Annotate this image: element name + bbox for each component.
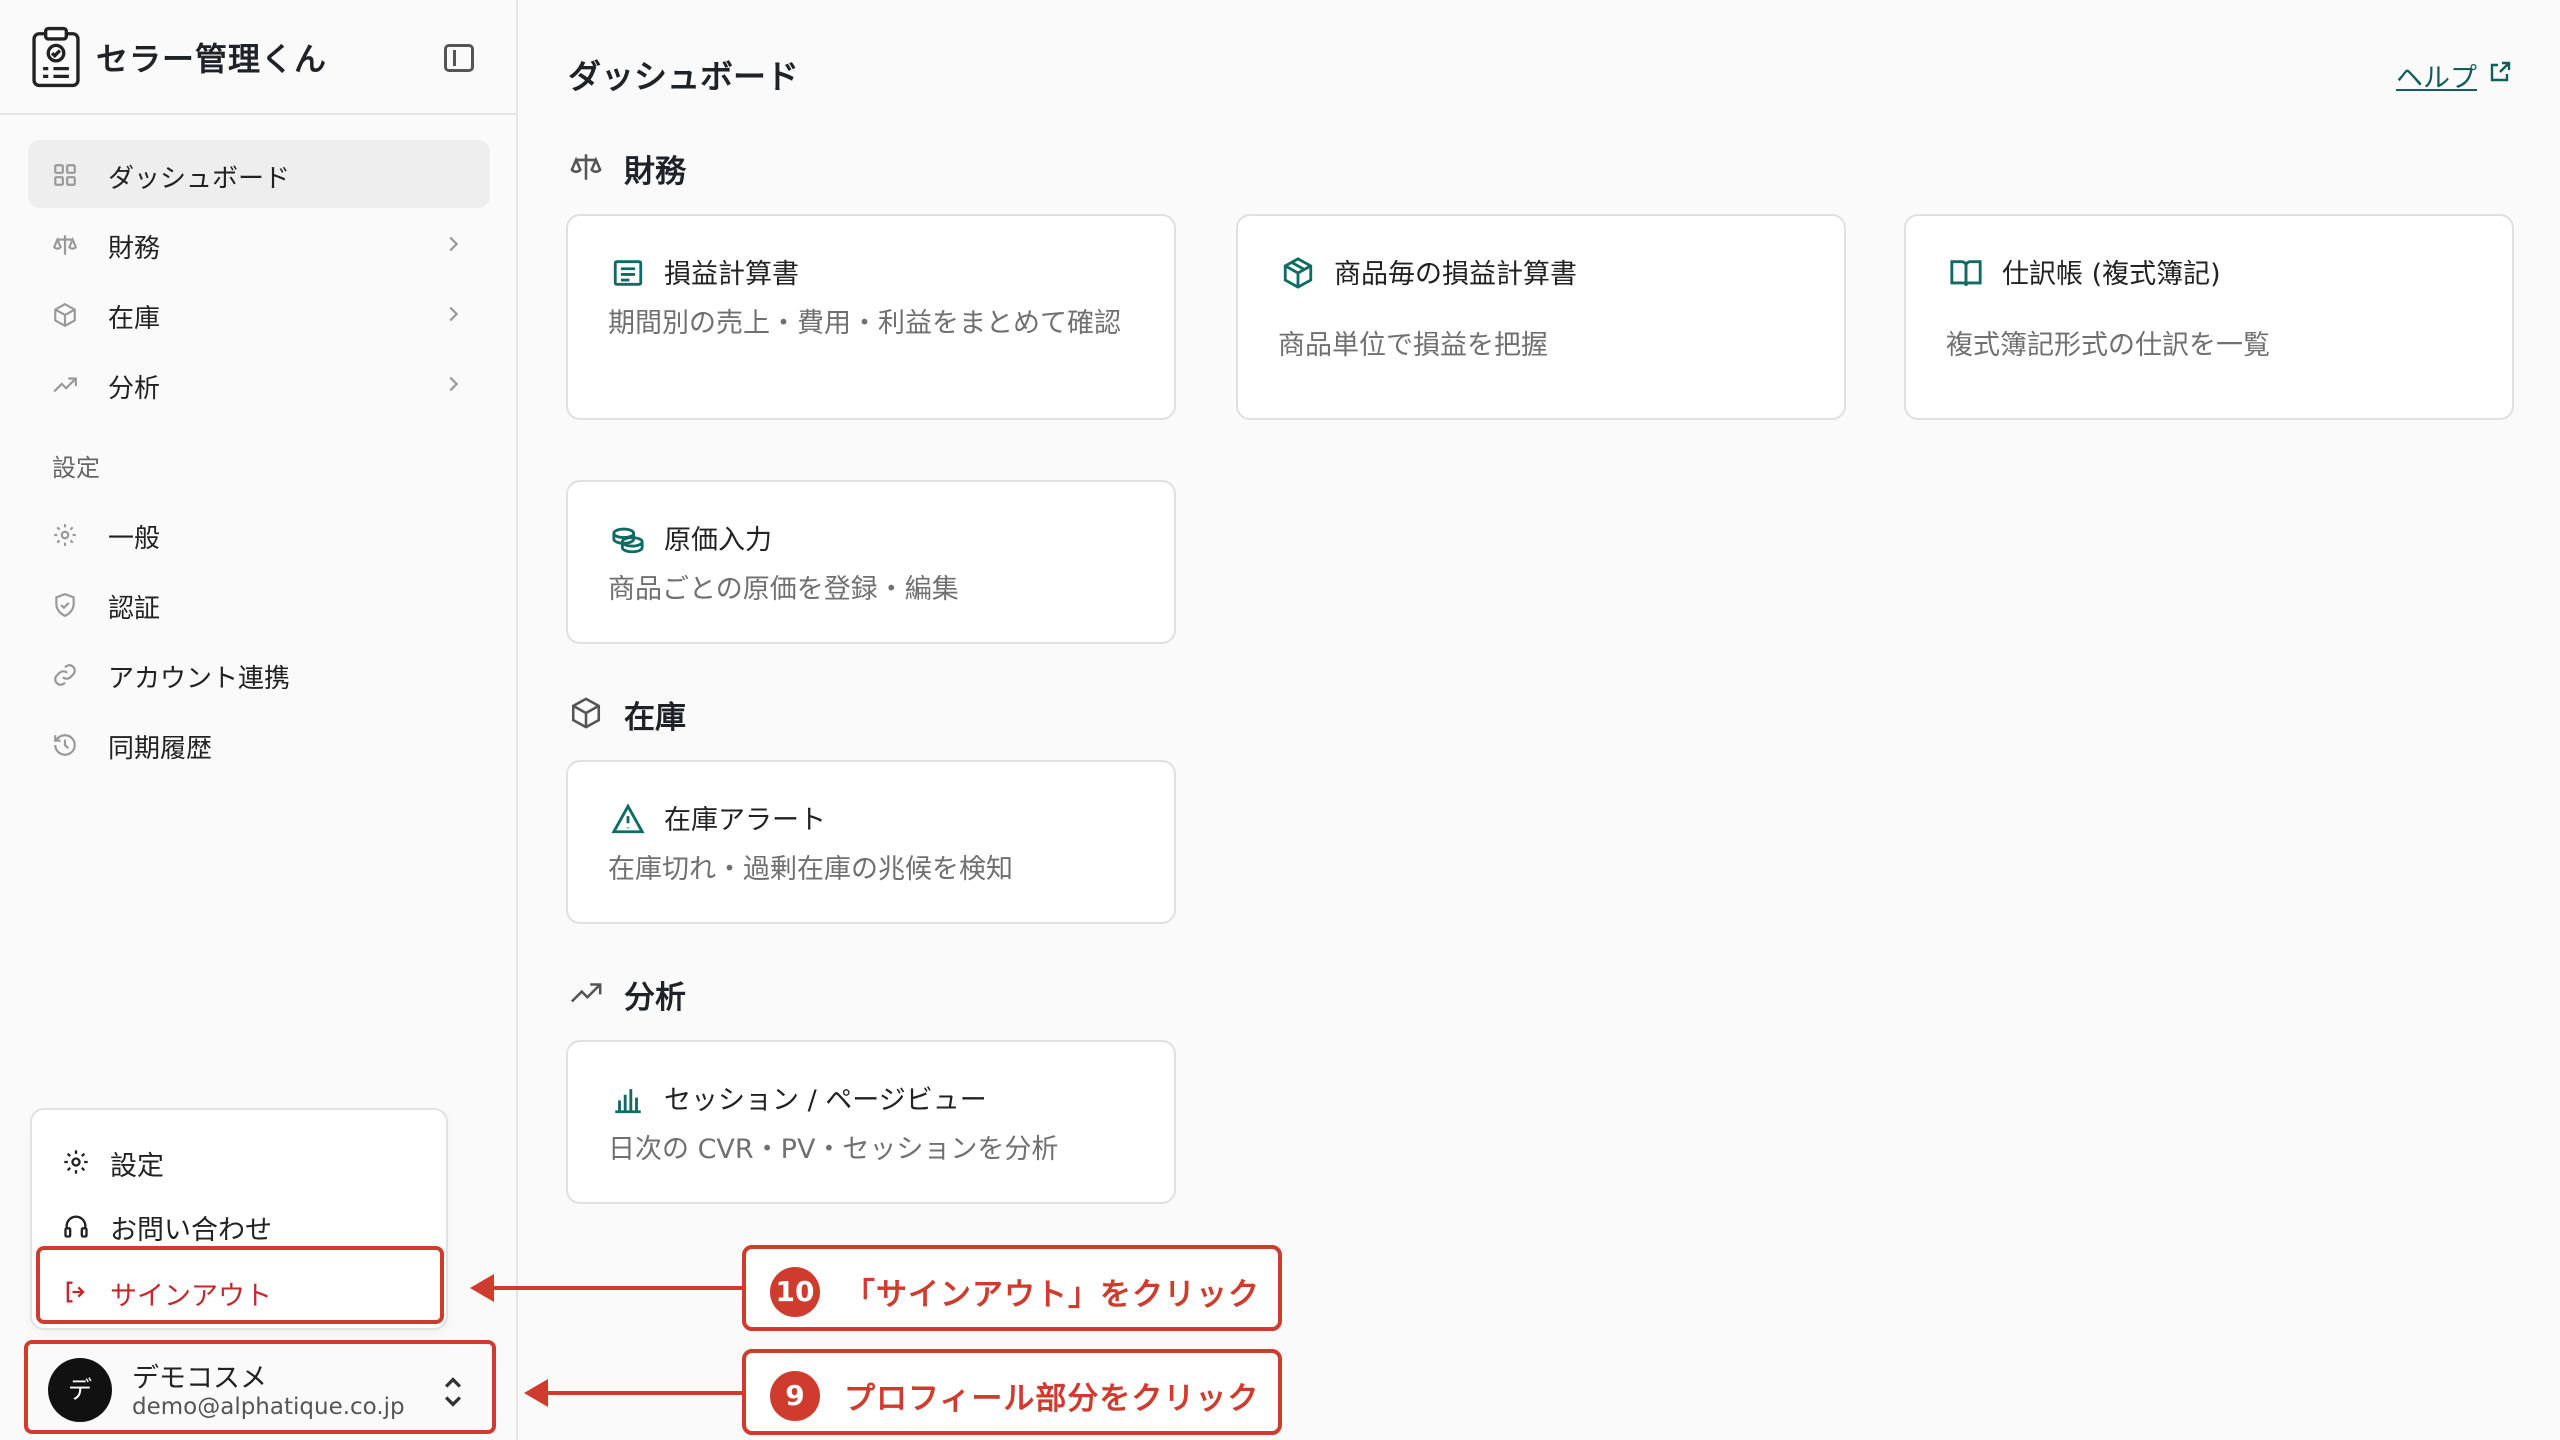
section-title: 在庫 xyxy=(624,700,686,736)
chevron-right-icon xyxy=(449,236,459,252)
card-title: 仕訳帳 (複式簿記) xyxy=(2002,259,2221,290)
trending-up-icon xyxy=(53,377,77,393)
scale-icon xyxy=(570,154,602,180)
headset-icon xyxy=(64,1215,88,1238)
sidebar-item-label: 同期履歴 xyxy=(108,734,213,764)
section-title: 財務 xyxy=(624,154,686,190)
card-description: 複式簿記形式の仕訳を一覧 xyxy=(1946,330,2270,361)
menu-item-label: お問い合わせ xyxy=(110,1215,272,1246)
card-title: 原価入力 xyxy=(664,525,772,556)
card-product-income-statement[interactable]: 商品毎の損益計算書 商品単位で損益を把握 xyxy=(1236,214,1846,420)
annotation-callout-9: 9 プロフィール部分をクリック xyxy=(742,1349,1282,1435)
warning-triangle-icon xyxy=(611,803,645,834)
sidebar-item-auth[interactable]: 認証 xyxy=(28,570,490,638)
trending-up-icon xyxy=(570,983,602,1003)
shield-check-icon xyxy=(55,593,75,618)
section-title: 分析 xyxy=(624,980,686,1016)
card-description: 在庫切れ・過剰在庫の兆候を検知 xyxy=(608,854,1013,885)
page-title: ダッシュボード xyxy=(568,57,799,96)
link-icon xyxy=(54,664,76,686)
sidebar-item-inventory[interactable]: 在庫 xyxy=(28,280,490,348)
card-description: 日次の CVR・PV・セッションを分析 xyxy=(608,1134,1059,1165)
sidebar-item-label: アカウント連携 xyxy=(108,664,291,694)
sidebar-item-account-link[interactable]: アカウント連携 xyxy=(28,640,490,708)
menu-item-label: 設定 xyxy=(110,1151,164,1182)
sidebar-item-dashboard[interactable]: ダッシュボード xyxy=(28,140,490,208)
chevron-right-icon xyxy=(449,376,459,392)
open-book-icon xyxy=(1950,260,1982,287)
menu-item-settings[interactable]: 設定 xyxy=(32,1130,446,1190)
card-sessions-pageviews[interactable]: セッション / ページビュー 日次の CVR・PV・セッションを分析 xyxy=(566,1040,1176,1204)
card-stock-alert[interactable]: 在庫アラート 在庫切れ・過剰在庫の兆候を検知 xyxy=(566,760,1176,924)
box-icon xyxy=(54,302,76,328)
card-description: 商品ごとの原価を登録・編集 xyxy=(608,574,959,605)
annotation-text: プロフィール部分をクリック xyxy=(844,1381,1260,1417)
settings-section-label: 設定 xyxy=(52,454,100,482)
menu-item-contact[interactable]: お問い合わせ xyxy=(32,1194,446,1254)
document-list-icon xyxy=(613,260,643,286)
annotation-text: 「サインアウト」をクリック xyxy=(844,1277,1260,1313)
coins-icon xyxy=(612,527,644,554)
annotation-number: 9 xyxy=(770,1371,820,1421)
sidebar-item-sync-history[interactable]: 同期履歴 xyxy=(28,710,490,778)
card-cost-input[interactable]: 原価入力 商品ごとの原価を登録・編集 xyxy=(566,480,1176,644)
sidebar-item-label: ダッシュボード xyxy=(108,164,291,194)
signout-highlight-box xyxy=(36,1246,444,1324)
card-title: 在庫アラート xyxy=(664,805,826,836)
external-link-icon[interactable] xyxy=(2488,60,2512,84)
history-icon xyxy=(54,734,76,756)
annotation-arrow-9 xyxy=(524,1379,742,1407)
card-description: 商品単位で損益を把握 xyxy=(1278,330,1548,361)
sidebar: セラー管理くん ダッシュボード 財務 在庫 分析 設定 一般 認証 アカウント連… xyxy=(0,0,518,1440)
sidebar-item-label: 財務 xyxy=(108,234,161,264)
box-icon xyxy=(571,697,601,729)
scale-icon xyxy=(52,235,78,255)
sidebar-item-label: 在庫 xyxy=(108,304,161,334)
card-title: 損益計算書 xyxy=(664,259,799,290)
sidebar-item-general[interactable]: 一般 xyxy=(28,500,490,568)
card-income-statement[interactable]: 損益計算書 期間別の売上・費用・利益をまとめて確認 xyxy=(566,214,1176,420)
help-link[interactable]: ヘルプ xyxy=(2396,56,2477,95)
app-title: セラー管理くん xyxy=(96,40,328,78)
sidebar-item-label: 認証 xyxy=(108,594,161,624)
annotation-arrow-10 xyxy=(470,1274,742,1302)
sidebar-item-label: 分析 xyxy=(108,374,161,404)
chevron-right-icon xyxy=(449,306,459,322)
annotation-number: 10 xyxy=(770,1267,820,1317)
card-description: 期間別の売上・費用・利益をまとめて確認 xyxy=(608,308,1121,339)
sidebar-item-finance[interactable]: 財務 xyxy=(28,210,490,278)
profile-highlight-box xyxy=(24,1340,496,1434)
card-title: セッション / ページビュー xyxy=(664,1085,987,1116)
sidebar-item-analysis[interactable]: 分析 xyxy=(28,350,490,418)
clipboard-logo-icon xyxy=(32,26,80,88)
gear-icon xyxy=(64,1150,88,1174)
grid-icon xyxy=(54,164,76,186)
sidebar-item-label: 一般 xyxy=(108,524,161,554)
sidebar-toggle-button[interactable] xyxy=(444,44,474,72)
card-journal[interactable]: 仕訳帳 (複式簿記) 複式簿記形式の仕訳を一覧 xyxy=(1904,214,2514,420)
brand-header: セラー管理くん xyxy=(0,0,516,115)
card-title: 商品毎の損益計算書 xyxy=(1334,259,1577,290)
bar-chart-icon xyxy=(615,1089,641,1114)
annotation-callout-10: 10 「サインアウト」をクリック xyxy=(742,1245,1282,1331)
package-icon xyxy=(1283,257,1313,289)
gear-icon xyxy=(54,524,76,546)
